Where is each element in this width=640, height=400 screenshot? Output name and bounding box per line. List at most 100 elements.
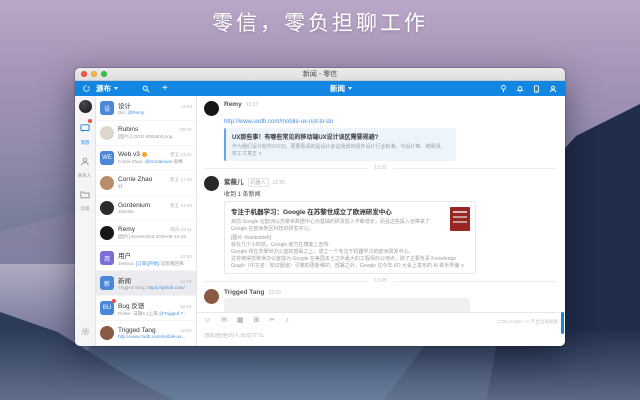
- bell-icon[interactable]: [516, 85, 524, 93]
- marketing-tagline: 零信，零负担聊工作: [0, 7, 640, 37]
- user-avatar[interactable]: [79, 100, 92, 113]
- chat-time: 12:30: [180, 254, 192, 260]
- preview-text: 好: [118, 184, 123, 190]
- preview-description: 作为我们设计软件(XXX)，更要看清的是设计会议场景的组件设计行业标准，与设计等…: [232, 143, 450, 157]
- rail-item-contacts[interactable]: 联系人: [77, 153, 92, 179]
- chat-last-message: Porter: 日期6.1上来 @Trigged T… :-): [118, 310, 186, 316]
- avatar: 设: [100, 101, 114, 115]
- chat-last-message: 好: [118, 183, 186, 189]
- chat-list-item[interactable]: Rubins 09:47 [图片] LOGO 600x600.png: [96, 121, 196, 146]
- chat-list-item[interactable]: Remy 周四 19:41 [图片] Screenshot 2016-09-14…: [96, 221, 196, 246]
- chat-time: 周四 19:41: [170, 226, 192, 232]
- preview-text: Corrie Zhao:: [118, 159, 145, 165]
- chat-summary: Rubins 09:47 [图片] LOGO 600x600.png: [118, 126, 192, 140]
- gear-icon[interactable]: [81, 323, 90, 341]
- rail-item-drive[interactable]: 云盘: [80, 186, 90, 212]
- unread-dot: [112, 299, 116, 303]
- image-icon[interactable]: ▦: [237, 316, 244, 324]
- search-icon[interactable]: [142, 85, 150, 93]
- chat-name: 用户: [118, 250, 131, 260]
- message-text: 收到 1 条新闻: [224, 189, 557, 198]
- chevron-down-icon: [348, 87, 352, 90]
- chat-summary: Trigged Tang 12:03 http://www.zadb.com/m…: [118, 327, 192, 340]
- chat-list-item[interactable]: 新 新闻 12:19 Trigged Tang: https://github.…: [96, 271, 196, 296]
- avatar: BU: [100, 301, 114, 315]
- desktop-wallpaper: 零信，零负担聊工作 新闻 - 零信 源布: [0, 0, 640, 400]
- preview-text: Trigged Tang:: [118, 285, 147, 291]
- shortcut-hint: CTRL/CMD + K 平台全局搜索: [497, 318, 558, 324]
- divider-time: 12:55: [374, 165, 387, 171]
- chevron-down-icon: [114, 87, 118, 90]
- app-toolbar: 源布 + 新闻: [75, 81, 565, 96]
- chat-list-item[interactable]: WE Web v3 周五 23:41 Corrie Zhao: @Gordeni…: [96, 146, 196, 171]
- chat-time: 12:19: [180, 279, 192, 285]
- chat-name: Rubins: [118, 126, 138, 133]
- phone-icon[interactable]: [533, 85, 540, 93]
- chat-last-message: Corrie Zhao: @Gordenium 很棒: [118, 158, 186, 164]
- sender-avatar[interactable]: [204, 176, 219, 191]
- message-scroll-area[interactable]: Remy 12:37 http://www.uxdb.com/mobile-ux…: [197, 96, 565, 312]
- chat-summary: Corrie Zhao 周五 17:32 好: [118, 176, 192, 190]
- new-chat-button[interactable]: +: [162, 85, 168, 93]
- news-thumbnail: [450, 207, 470, 231]
- link-preview-card[interactable]: UX那些事！有哪些常见的移动端UX设计误区需要规避? 作为我们设计软件(XXX)…: [224, 128, 456, 161]
- preview-text: [图片] LOGO 600x600.png: [118, 134, 172, 140]
- chat-list-item[interactable]: Corrie Zhao 周五 17:32 好: [96, 171, 196, 196]
- message-time: 12:37: [246, 102, 259, 108]
- news-card[interactable]: 专注于机器学习：Google 在苏黎世成立了欧洲研发中心 目前 Google 在…: [224, 201, 476, 274]
- chat-list-item[interactable]: 用 用户 12:30 Jessica: [订单][开始] 说等我回来: [96, 246, 196, 271]
- chat-summary: Web v3 周五 23:41 Corrie Zhao: @Gordenium …: [118, 151, 192, 165]
- chat-last-message: [图片] Screenshot 2016-09-14-19…: [118, 233, 186, 239]
- news-intro: 目前 Google 在欧洲以苏黎世数据中心为基础的研发投入不断增长，而且这些投入…: [231, 218, 469, 232]
- chat-list-item[interactable]: Gordenium 周五 14:26 18w43s: [96, 196, 196, 221]
- chat-time: 周五 14:26: [170, 202, 192, 208]
- profile-icon[interactable]: [549, 85, 557, 93]
- table-icon[interactable]: ⊞: [254, 316, 260, 324]
- news-title: 专注于机器学习：Google 在苏黎世成立了欧洲研发中心: [231, 206, 469, 216]
- chat-name: Bug 反馈: [118, 300, 144, 310]
- chat-summary: 新闻 12:19 Trigged Tang: https://github.co…: [118, 275, 192, 291]
- chat-list-item[interactable]: Trigged Tang 12:03 http://www.zadb.com/m…: [96, 321, 196, 346]
- message-time: 12:55: [273, 180, 286, 186]
- message-link[interactable]: http://www.uxdb.com/mobile-ux-not-to-do: [224, 119, 333, 125]
- chat-last-message: http://www.zadb.com/mobile-ux…: [118, 334, 186, 340]
- scrollbar-thumb[interactable]: [561, 312, 564, 334]
- chat-last-message: 18w43s: [118, 209, 186, 215]
- chat-time: 12:16: [180, 304, 192, 310]
- chat-name: 设计: [118, 100, 131, 110]
- message-input[interactable]: [204, 333, 452, 339]
- channel-header[interactable]: 新闻: [330, 83, 352, 94]
- nav-rail: 消息 联系人 云盘: [75, 96, 96, 346]
- sender-name: 紫薇儿: [224, 176, 244, 186]
- chat-list-item[interactable]: BU Bug 反馈 12:16 Porter: 日期6.1上来 @Trigged…: [96, 296, 196, 321]
- avatar: [100, 326, 114, 340]
- contacts-icon: [80, 153, 90, 171]
- app-window: 新闻 - 零信 源布 + 新闻: [75, 68, 565, 346]
- sender-avatar[interactable]: [204, 101, 219, 116]
- window-title: 新闻 - 零信: [75, 69, 565, 79]
- message-bubble: https://github.com/GoogleChrome/ioweb201…: [224, 298, 470, 312]
- audio-icon[interactable]: ♪: [285, 317, 289, 324]
- preview-title: UX那些事！有哪些常见的移动端UX设计误区需要规避?: [232, 132, 450, 141]
- unread-badge: [88, 119, 92, 123]
- screenshot-icon[interactable]: ✂: [270, 316, 276, 324]
- mention-text: https://github.com/: [147, 285, 185, 291]
- window-titlebar[interactable]: 新闻 - 零信: [75, 68, 565, 81]
- message-pane: Remy 12:37 http://www.uxdb.com/mobile-ux…: [197, 96, 565, 346]
- avatar: 用: [100, 251, 114, 265]
- avatar: [100, 176, 114, 190]
- pin-icon[interactable]: [500, 85, 507, 93]
- team-switcher[interactable]: 源布: [96, 83, 118, 94]
- avatar: [100, 201, 114, 215]
- chat-name: Trigged Tang: [118, 327, 156, 334]
- attachment-icon[interactable]: ✉: [221, 316, 227, 324]
- rail-item-messages[interactable]: 消息: [80, 120, 90, 146]
- rail-label: 云盘: [80, 205, 89, 211]
- sync-icon[interactable]: [83, 85, 90, 92]
- toolbar-left: 源布 +: [83, 83, 168, 94]
- chat-summary: Bug 反馈 12:16 Porter: 日期6.1上来 @Trigged T……: [118, 300, 192, 317]
- emoji-icon[interactable]: ☺: [204, 317, 211, 324]
- chat-list-item[interactable]: 设 设计 11:02 Dio: @Remy: [96, 96, 196, 121]
- avatar-initials: BU: [103, 305, 111, 311]
- sender-avatar[interactable]: [204, 289, 219, 304]
